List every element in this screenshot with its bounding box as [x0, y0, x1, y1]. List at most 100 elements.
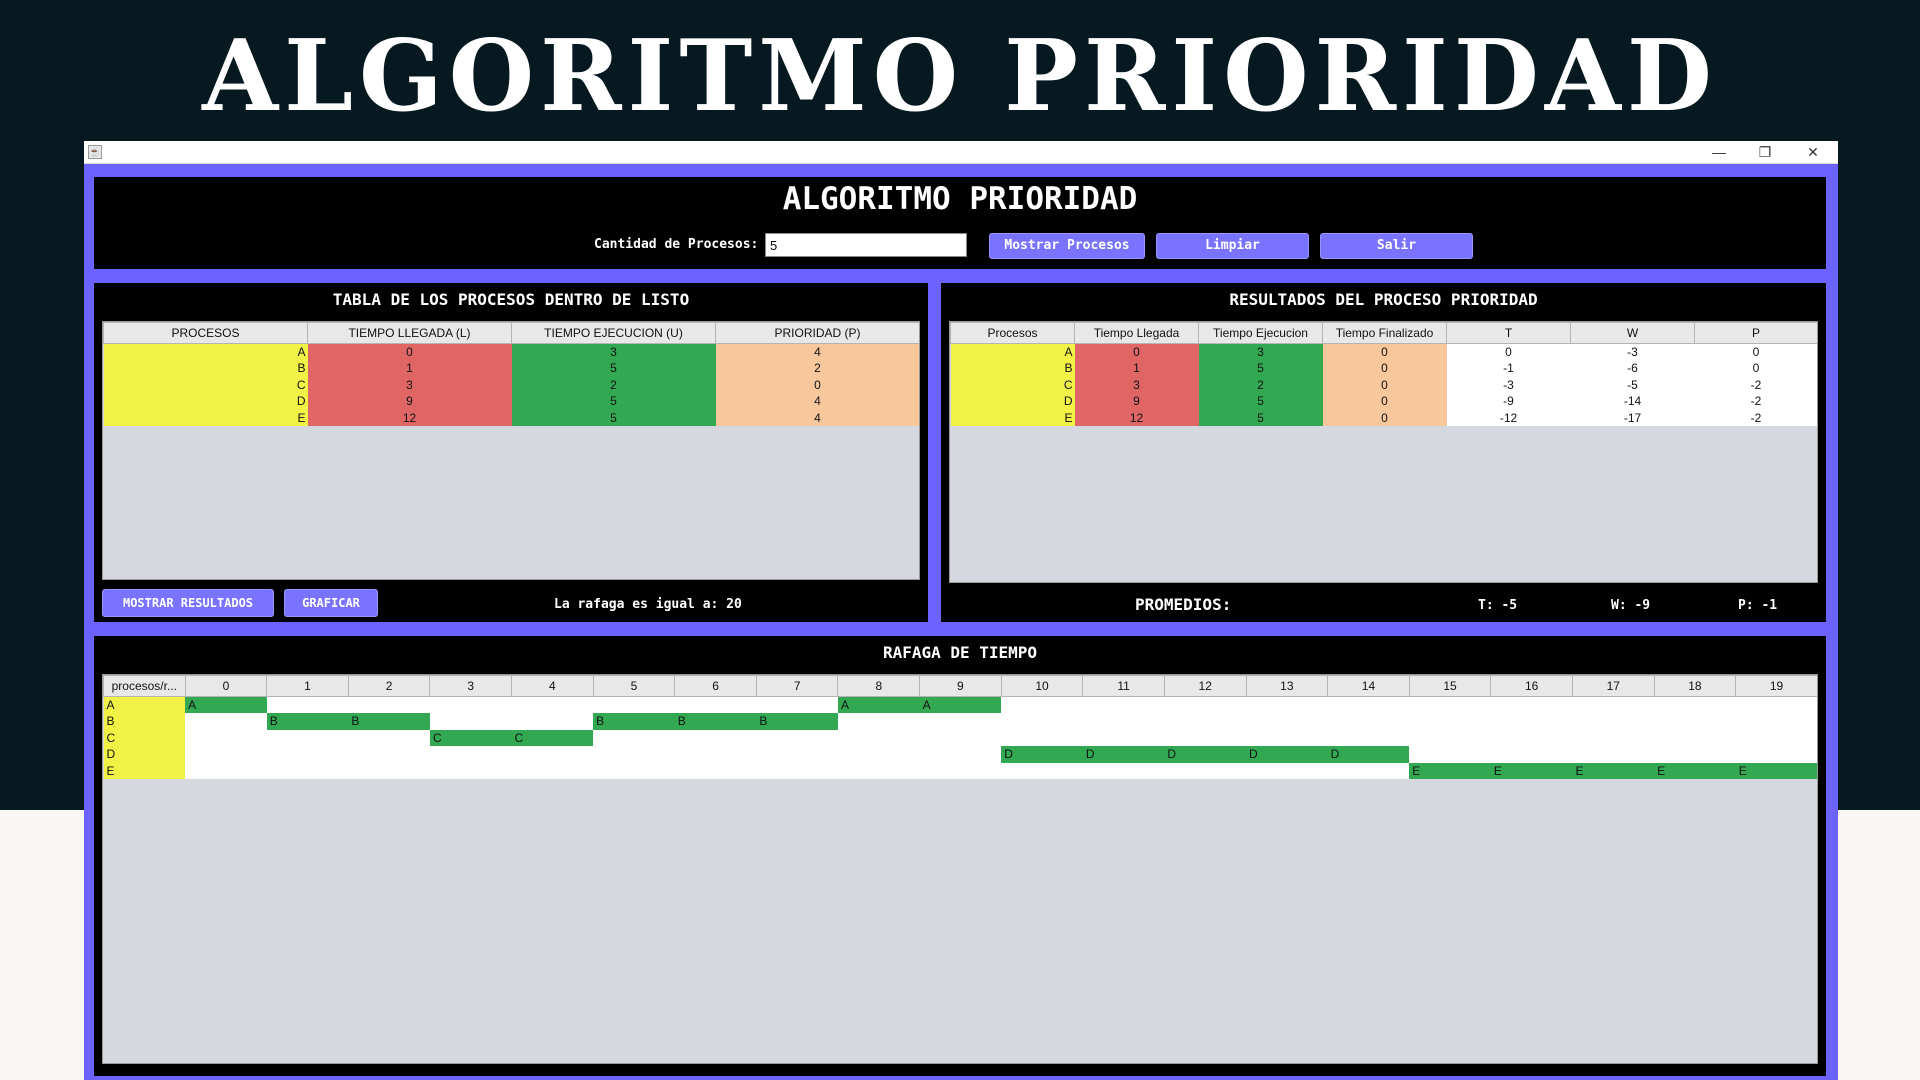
table-cell: 0 — [1694, 360, 1817, 377]
rafaga-label: La rafaga es igual a: 20 — [554, 597, 742, 612]
page-heading: ALGORITMO PRIORIDAD — [202, 19, 1718, 134]
promedios-label: PROMEDIOS: — [1135, 595, 1232, 614]
table-row[interactable]: D 9 5 0 -9 -14 -2 — [950, 393, 1817, 410]
col-header[interactable]: Tiempo Ejecucion — [1198, 322, 1323, 344]
procesos-panel: TABLA DE LOS PROCESOS DENTRO DE LISTO PR… — [94, 283, 928, 622]
gantt-cell — [837, 713, 920, 730]
table-row[interactable]: E 12 5 4 — [103, 409, 919, 426]
gantt-cell — [593, 729, 675, 746]
gantt-row[interactable]: AAAA — [103, 696, 1817, 713]
minimize-button[interactable]: — — [1696, 141, 1742, 164]
col-header[interactable]: Tiempo Finalizado — [1322, 322, 1447, 344]
gantt-cell — [1490, 696, 1573, 713]
gantt-cell — [1409, 713, 1491, 730]
gantt-cell — [511, 762, 594, 779]
gantt-time-header[interactable]: 9 — [919, 675, 1002, 697]
gantt-cell — [511, 746, 594, 763]
gantt-row[interactable]: BBBBBB — [103, 713, 1817, 730]
close-button[interactable]: ✕ — [1790, 141, 1836, 164]
gantt-time-header[interactable]: 15 — [1408, 675, 1492, 697]
table-cell: -3 — [1446, 376, 1571, 393]
table-cell: 3 — [1074, 376, 1199, 393]
gantt-cell — [1082, 696, 1165, 713]
col-header[interactable]: PRIORIDAD (P) — [715, 322, 919, 344]
table-row[interactable]: B 1 5 0 -1 -6 0 — [950, 360, 1817, 377]
restore-button[interactable]: ❐ — [1742, 141, 1788, 164]
table-cell: 0 — [1322, 376, 1447, 393]
gantt-time-header[interactable]: 10 — [1000, 675, 1084, 697]
table-row[interactable]: A 0 3 0 0 -3 0 — [950, 343, 1817, 360]
cantidad-input[interactable] — [765, 233, 967, 257]
gantt-row[interactable]: DDDDDD — [103, 746, 1817, 763]
gantt-cell: D — [1327, 746, 1410, 763]
table-cell: 5 — [511, 360, 716, 377]
procesos-table-area: PROCESOS TIEMPO LLEGADA (L) TIEMPO EJECU… — [102, 321, 920, 580]
gantt-cell — [1246, 729, 1328, 746]
table-cell: -2 — [1694, 376, 1817, 393]
promedio-t: T: -5 — [1478, 598, 1518, 613]
gantt-cell — [348, 729, 430, 746]
table-row[interactable]: E 12 5 0 -12 -17 -2 — [950, 409, 1817, 426]
table-row[interactable]: A034 — [103, 343, 919, 360]
table-row[interactable]: C320 — [103, 376, 919, 393]
col-header[interactable]: PROCESOS — [103, 322, 308, 344]
table-row[interactable]: B152 — [103, 360, 919, 377]
col-header[interactable]: P — [1694, 322, 1817, 344]
gantt-process-name: A — [103, 696, 186, 713]
gantt-cell — [1735, 746, 1817, 763]
table-row[interactable]: C 3 2 0 -3 -5 -2 — [950, 376, 1817, 393]
gantt-cell — [1654, 746, 1736, 763]
gantt-time-header[interactable]: 13 — [1245, 675, 1329, 697]
gantt-time-header[interactable]: 12 — [1163, 675, 1247, 697]
gantt-cell — [1490, 746, 1573, 763]
table-cell: B — [950, 360, 1075, 377]
col-header[interactable]: Procesos — [950, 322, 1075, 344]
gantt-row[interactable]: EEEEEE — [103, 762, 1817, 779]
gantt-time-header[interactable]: 19 — [1735, 675, 1817, 697]
gantt-cell: E — [1490, 762, 1573, 779]
col-header[interactable]: Tiempo Llegada — [1074, 322, 1199, 344]
gantt-time-header[interactable]: 18 — [1653, 675, 1737, 697]
col-header[interactable]: TIEMPO EJECUCION (U) — [511, 322, 716, 344]
graficar-button[interactable]: GRAFICAR — [284, 589, 378, 617]
mostrar-procesos-button[interactable]: Mostrar Procesos — [989, 233, 1145, 259]
salir-button[interactable]: Salir — [1320, 233, 1473, 259]
table-row[interactable]: D954 — [103, 393, 919, 410]
gantt-time-header[interactable]: 4 — [511, 675, 594, 697]
gantt-time-header[interactable]: 8 — [837, 675, 921, 697]
gantt-time-header[interactable]: 11 — [1082, 675, 1165, 697]
col-header[interactable]: W — [1570, 322, 1695, 344]
gantt-time-header[interactable]: 0 — [184, 675, 268, 697]
table-cell: -5 — [1570, 376, 1695, 393]
gantt-time-header[interactable]: 17 — [1571, 675, 1655, 697]
table-cell: E — [950, 409, 1075, 426]
gantt-cell: D — [1246, 746, 1328, 763]
limpiar-button[interactable]: Limpiar — [1156, 233, 1309, 259]
gantt-corner-header[interactable]: procesos/r... — [103, 675, 186, 697]
gantt-cell — [511, 696, 594, 713]
col-header[interactable]: TIEMPO LLEGADA (L) — [307, 322, 512, 344]
gantt-cell — [1490, 729, 1573, 746]
gantt-time-header[interactable]: 3 — [429, 675, 513, 697]
col-header[interactable]: T — [1446, 322, 1571, 344]
rafaga-panel: RAFAGA DE TIEMPO procesos/r... 0 1 2 3 4 5 6 7 8 9… — [94, 636, 1826, 1076]
gantt-cell — [1246, 696, 1328, 713]
table-cell: -6 — [1570, 360, 1695, 377]
gantt-cell — [674, 729, 757, 746]
gantt-time-header[interactable]: 16 — [1490, 675, 1573, 697]
gantt-time-header[interactable]: 7 — [755, 675, 839, 697]
gantt-time-header[interactable]: 1 — [266, 675, 349, 697]
gantt-cell — [919, 746, 1002, 763]
gantt-time-header[interactable]: 2 — [347, 675, 431, 697]
gantt-cell — [593, 746, 675, 763]
gantt-cell — [674, 696, 757, 713]
mostrar-resultados-button[interactable]: MOSTRAR RESULTADOS — [102, 589, 274, 617]
gantt-process-name: B — [103, 713, 186, 730]
gantt-row[interactable]: CCC — [103, 729, 1817, 746]
gantt-time-header[interactable]: 14 — [1327, 675, 1410, 697]
gantt-time-header[interactable]: 6 — [674, 675, 757, 697]
resultados-table: Procesos Tiempo Llegada Tiempo Ejecucion… — [950, 322, 1817, 426]
gantt-time-header[interactable]: 5 — [592, 675, 676, 697]
table-cell: 0 — [1322, 393, 1447, 410]
cantidad-label: Cantidad de Procesos: — [594, 237, 759, 252]
